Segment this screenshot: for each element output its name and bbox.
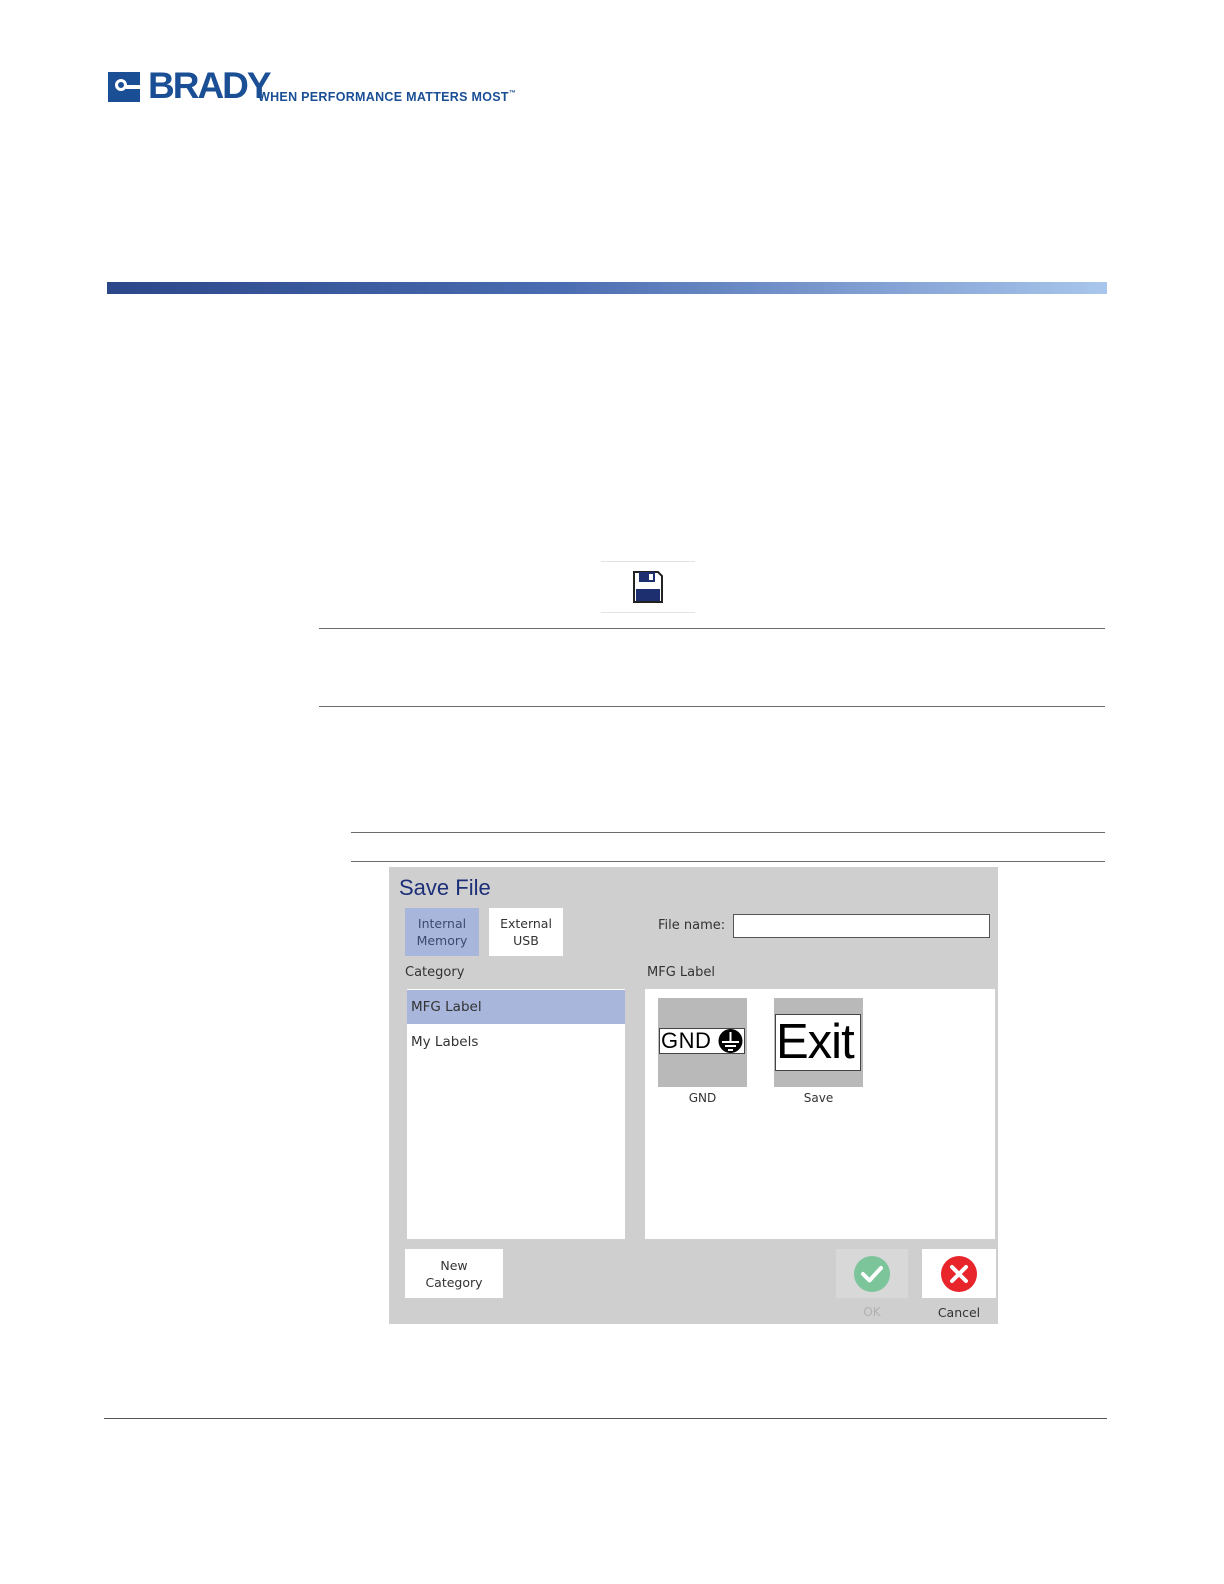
- category-item-my-labels[interactable]: My Labels: [407, 1025, 625, 1059]
- category-header: Category: [405, 965, 465, 980]
- save-file-dialog: Save File Internal Memory External USB F…: [389, 867, 998, 1324]
- brady-logo-mark-icon: [108, 72, 140, 102]
- external-usb-label-1: External: [500, 916, 552, 931]
- internal-memory-label-1: Internal: [417, 916, 467, 931]
- trademark-mark: ™: [508, 90, 517, 97]
- ok-button[interactable]: OK: [836, 1249, 908, 1324]
- file-thumb-save[interactable]: Exit Save: [774, 998, 863, 1113]
- gnd-label-strip: GND: [659, 1028, 745, 1054]
- tagline-text: WHEN PERFORMANCE MATTERS MOST: [258, 90, 509, 104]
- ground-symbol-icon: [718, 1029, 743, 1053]
- check-icon: [854, 1256, 890, 1292]
- new-category-label-2: Category: [425, 1274, 483, 1290]
- cancel-button[interactable]: Cancel: [922, 1249, 996, 1324]
- ok-label: OK: [863, 1305, 881, 1319]
- file-caption-save: Save: [803, 1091, 834, 1105]
- floppy-disk-icon: [633, 571, 663, 603]
- file-caption-gnd: GND: [688, 1091, 717, 1105]
- file-name-label: File name:: [658, 918, 726, 933]
- exit-label-strip: Exit: [775, 1014, 861, 1071]
- category-item-mfg-label[interactable]: MFG Label: [407, 990, 625, 1024]
- file-thumb-gnd[interactable]: GND GND: [658, 998, 747, 1113]
- files-header: MFG Label: [647, 965, 715, 980]
- note-rule-bottom: [319, 706, 1105, 707]
- external-usb-label-2: USB: [513, 933, 539, 948]
- figure-rule-bottom: [351, 861, 1105, 862]
- file-name-input[interactable]: [733, 914, 990, 938]
- brady-tagline: WHEN PERFORMANCE MATTERS MOST™: [258, 90, 516, 104]
- close-icon: [941, 1256, 977, 1292]
- figure-rule-top: [351, 832, 1105, 833]
- new-category-label-1: New: [440, 1257, 468, 1273]
- file-panel: GND GND Exit Save: [645, 989, 995, 1239]
- category-list: MFG Label My Labels: [407, 989, 625, 1239]
- note-rule-top: [319, 628, 1105, 629]
- gnd-thumb-text: GND: [661, 1028, 712, 1053]
- cancel-label: Cancel: [937, 1305, 981, 1320]
- exit-thumb-text: Exit: [776, 1015, 855, 1069]
- internal-memory-button[interactable]: Internal Memory: [405, 908, 479, 956]
- external-usb-button[interactable]: External USB: [489, 908, 563, 956]
- title-band: [107, 282, 1107, 294]
- new-category-button[interactable]: New Category: [405, 1249, 503, 1298]
- footer-rule: [104, 1418, 1107, 1419]
- brady-logo-word: BRADY: [148, 65, 272, 106]
- dialog-title: Save File: [399, 875, 491, 900]
- save-icon-box: [601, 561, 695, 613]
- internal-memory-label-2: Memory: [416, 933, 468, 948]
